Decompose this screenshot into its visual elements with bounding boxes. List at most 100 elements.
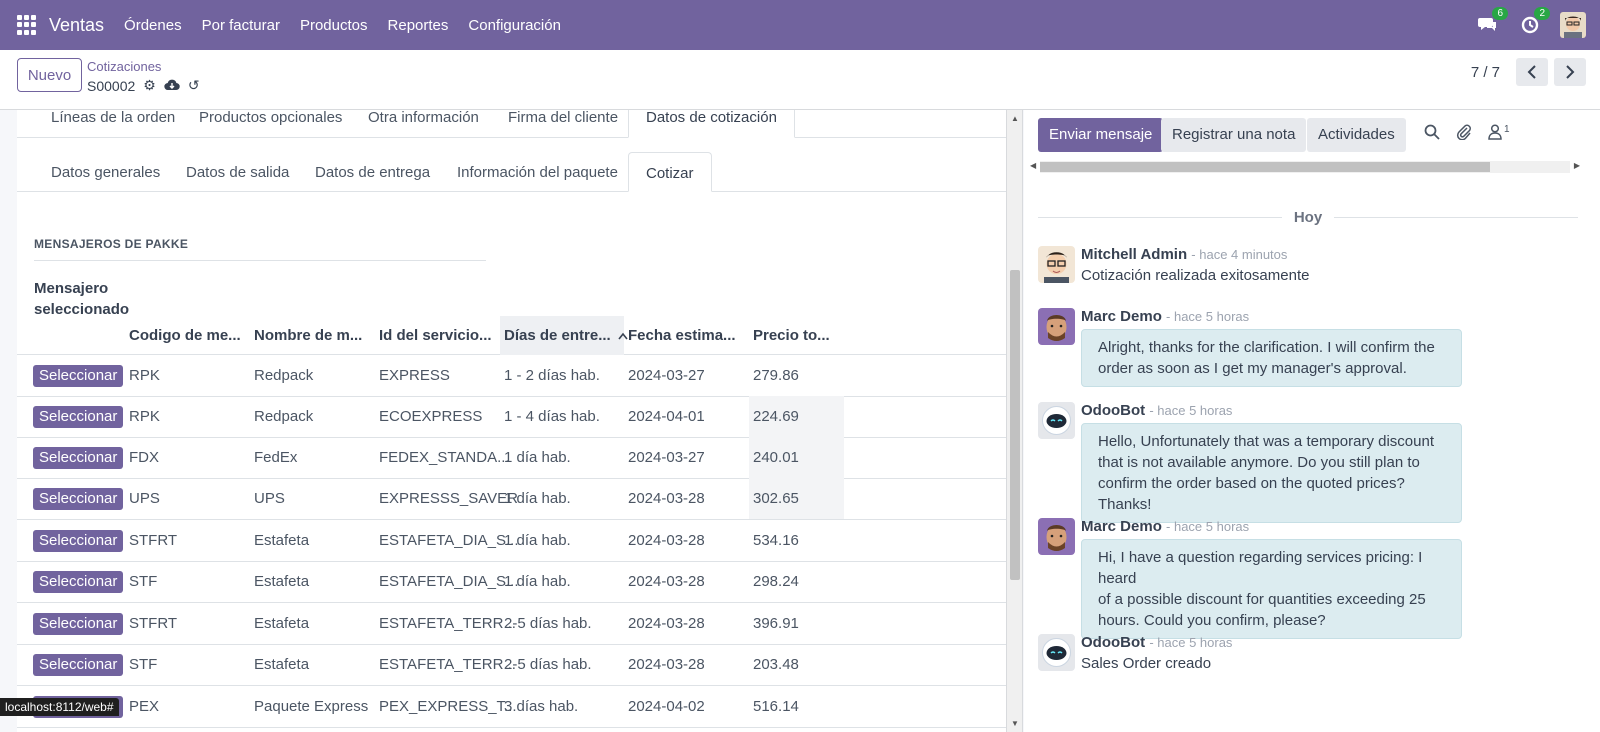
tab-cotizar[interactable]: Cotizar: [628, 152, 712, 192]
cell-nombre: Paquete Express: [254, 698, 369, 715]
tab-informacion-paquete[interactable]: Información del paquete: [440, 164, 635, 181]
author-name[interactable]: Mitchell Admin: [1081, 246, 1187, 263]
select-button[interactable]: Seleccionar: [33, 571, 124, 593]
discard-icon[interactable]: ↺: [188, 77, 200, 94]
message-line: Hello, Unfortunately that was a temporar…: [1098, 433, 1434, 450]
cell-codigo: PEX: [129, 698, 160, 715]
app-name[interactable]: Ventas: [49, 15, 104, 36]
table-row[interactable]: Seleccionar STFRT Estafeta ESTAFETA_TERR…: [17, 603, 1006, 645]
menu-item-por-facturar[interactable]: Por facturar: [192, 17, 290, 34]
apps-menu-icon[interactable]: [17, 15, 37, 35]
log-note-button[interactable]: Registrar una nota: [1161, 118, 1307, 152]
column-header-id-servicio[interactable]: Id del servicio...: [375, 316, 492, 355]
avatar[interactable]: [1038, 308, 1075, 345]
menu-item-reportes[interactable]: Reportes: [378, 17, 459, 34]
message-author[interactable]: Marc Demo - hace 5 horas: [1081, 518, 1249, 535]
column-header-codigo[interactable]: Codigo de me...: [125, 316, 241, 355]
tab-otra-informacion[interactable]: Otra información: [351, 110, 496, 138]
chevron-left-icon: [1527, 65, 1536, 79]
breadcrumb-parent[interactable]: Cotizaciones: [87, 59, 161, 74]
message-author[interactable]: Mitchell Admin - hace 4 minutos: [1081, 246, 1287, 263]
chatter-horizontal-scrollbar[interactable]: ◀ ▶: [1030, 161, 1580, 173]
table-row[interactable]: Seleccionar STF Estafeta ESTAFETA_DIA_S.…: [17, 561, 1006, 603]
tab-datos-salida[interactable]: Datos de salida: [169, 164, 306, 181]
select-button[interactable]: Seleccionar: [33, 654, 124, 676]
scrollbar-thumb[interactable]: [1040, 162, 1490, 172]
author-name[interactable]: OdooBot: [1081, 634, 1145, 651]
author-name[interactable]: Marc Demo: [1081, 308, 1162, 325]
cell-nombre: Redpack: [254, 408, 314, 425]
pager-previous-button[interactable]: [1516, 58, 1548, 86]
user-avatar[interactable]: [1560, 12, 1586, 38]
column-header-nombre[interactable]: Nombre de m...: [250, 316, 362, 355]
menu-item-ordenes[interactable]: Órdenes: [114, 17, 192, 34]
avatar[interactable]: [1038, 634, 1075, 671]
messages-icon[interactable]: 6: [1476, 7, 1508, 37]
pager-next-button[interactable]: [1554, 58, 1586, 86]
column-header-dias-entrega[interactable]: Días de entre...: [500, 316, 628, 355]
pager-value[interactable]: 7 / 7: [1471, 64, 1500, 81]
select-button[interactable]: Seleccionar: [33, 530, 124, 552]
cloud-save-icon[interactable]: [164, 78, 180, 94]
status-bar-url: localhost:8112/web#: [0, 698, 119, 716]
search-icon[interactable]: [1424, 124, 1440, 145]
new-button[interactable]: Nuevo: [17, 58, 82, 92]
table-row[interactable]: Seleccionar FDX FedEx FEDEX_STANDA... 1 …: [17, 437, 1006, 479]
tab-datos-entrega[interactable]: Datos de entrega: [298, 164, 447, 181]
select-button[interactable]: Seleccionar: [33, 613, 124, 635]
form-scrollbar[interactable]: ▲ ▼: [1007, 110, 1023, 732]
followers-icon[interactable]: 1: [1488, 124, 1510, 145]
gear-icon[interactable]: ⚙: [143, 77, 156, 94]
message-author[interactable]: Marc Demo - hace 5 horas: [1081, 308, 1249, 325]
cell-fecha: 2024-03-28: [628, 532, 705, 549]
message-author[interactable]: OdooBot - hace 5 horas: [1081, 402, 1232, 419]
cell-nombre: FedEx: [254, 449, 298, 466]
paperclip-icon[interactable]: [1456, 124, 1472, 145]
cell-id-servicio: ECOEXPRESS: [379, 408, 483, 425]
table-row[interactable]: Seleccionar STFRT Estafeta ESTAFETA_DIA_…: [17, 520, 1006, 562]
cell-fecha: 2024-03-28: [628, 573, 705, 590]
message-time: - hace 5 horas: [1166, 309, 1250, 324]
cell-codigo: STFRT: [129, 615, 178, 632]
column-header-fecha[interactable]: Fecha estima...: [624, 316, 736, 355]
message-author[interactable]: OdooBot - hace 5 horas: [1081, 634, 1232, 651]
scrollbar-thumb[interactable]: [1010, 270, 1020, 580]
avatar[interactable]: [1038, 246, 1075, 283]
select-button[interactable]: Seleccionar: [33, 365, 124, 387]
avatar[interactable]: [1038, 402, 1075, 439]
table-row[interactable]: Seleccionar STF Estafeta ESTAFETA_TERR..…: [17, 644, 1006, 686]
tab-datos-cotizacion[interactable]: Datos de cotización: [628, 110, 795, 138]
table-row[interactable]: Seleccionar UPS UPS EXPRESSS_SAVER 1 día…: [17, 478, 1006, 520]
cell-dias-entrega: 1 - 4 días hab.: [504, 408, 600, 425]
tab-productos-opcionales[interactable]: Productos opcionales: [182, 110, 359, 138]
menu-item-configuracion[interactable]: Configuración: [458, 17, 571, 34]
table-row[interactable]: Seleccionar PEX Paquete Express PEX_EXPR…: [17, 686, 1006, 728]
table-row[interactable]: Seleccionar RPK Redpack EXPRESS 1 - 2 dí…: [17, 355, 1006, 397]
cell-precio: 302.65: [753, 490, 799, 507]
tab-datos-generales[interactable]: Datos generales: [34, 164, 177, 181]
activities-icon[interactable]: 2: [1518, 7, 1550, 37]
table-header: Codigo de me... Nombre de m... Id del se…: [17, 316, 1006, 355]
cell-codigo: FDX: [129, 449, 159, 466]
select-button[interactable]: Seleccionar: [33, 447, 124, 469]
message-line: Alright, thanks for the clarification. I…: [1098, 339, 1435, 356]
scroll-left-icon[interactable]: ◀: [1030, 161, 1036, 170]
scroll-up-icon[interactable]: ▲: [1011, 114, 1019, 123]
avatar[interactable]: [1038, 518, 1075, 555]
table-row[interactable]: Seleccionar RPK Redpack ECOEXPRESS 1 - 4…: [17, 396, 1006, 438]
select-button[interactable]: Seleccionar: [33, 488, 124, 510]
author-name[interactable]: OdooBot: [1081, 402, 1145, 419]
tab-lineas-orden[interactable]: Líneas de la orden: [34, 110, 192, 138]
select-button[interactable]: Seleccionar: [33, 406, 124, 428]
author-name[interactable]: Marc Demo: [1081, 518, 1162, 535]
send-message-button[interactable]: Enviar mensaje: [1038, 118, 1164, 152]
menu-item-productos[interactable]: Productos: [290, 17, 378, 34]
activities-button[interactable]: Actividades: [1307, 118, 1406, 152]
messages-badge: 6: [1492, 7, 1508, 20]
scroll-down-icon[interactable]: ▼: [1011, 719, 1019, 728]
cell-dias-entrega: 1 día hab.: [504, 449, 571, 466]
column-header-precio[interactable]: Precio to...: [749, 316, 830, 355]
tab-firma-cliente[interactable]: Firma del cliente: [491, 110, 635, 138]
cell-dias-entrega: 1 día hab.: [504, 532, 571, 549]
scroll-right-icon[interactable]: ▶: [1574, 161, 1580, 170]
